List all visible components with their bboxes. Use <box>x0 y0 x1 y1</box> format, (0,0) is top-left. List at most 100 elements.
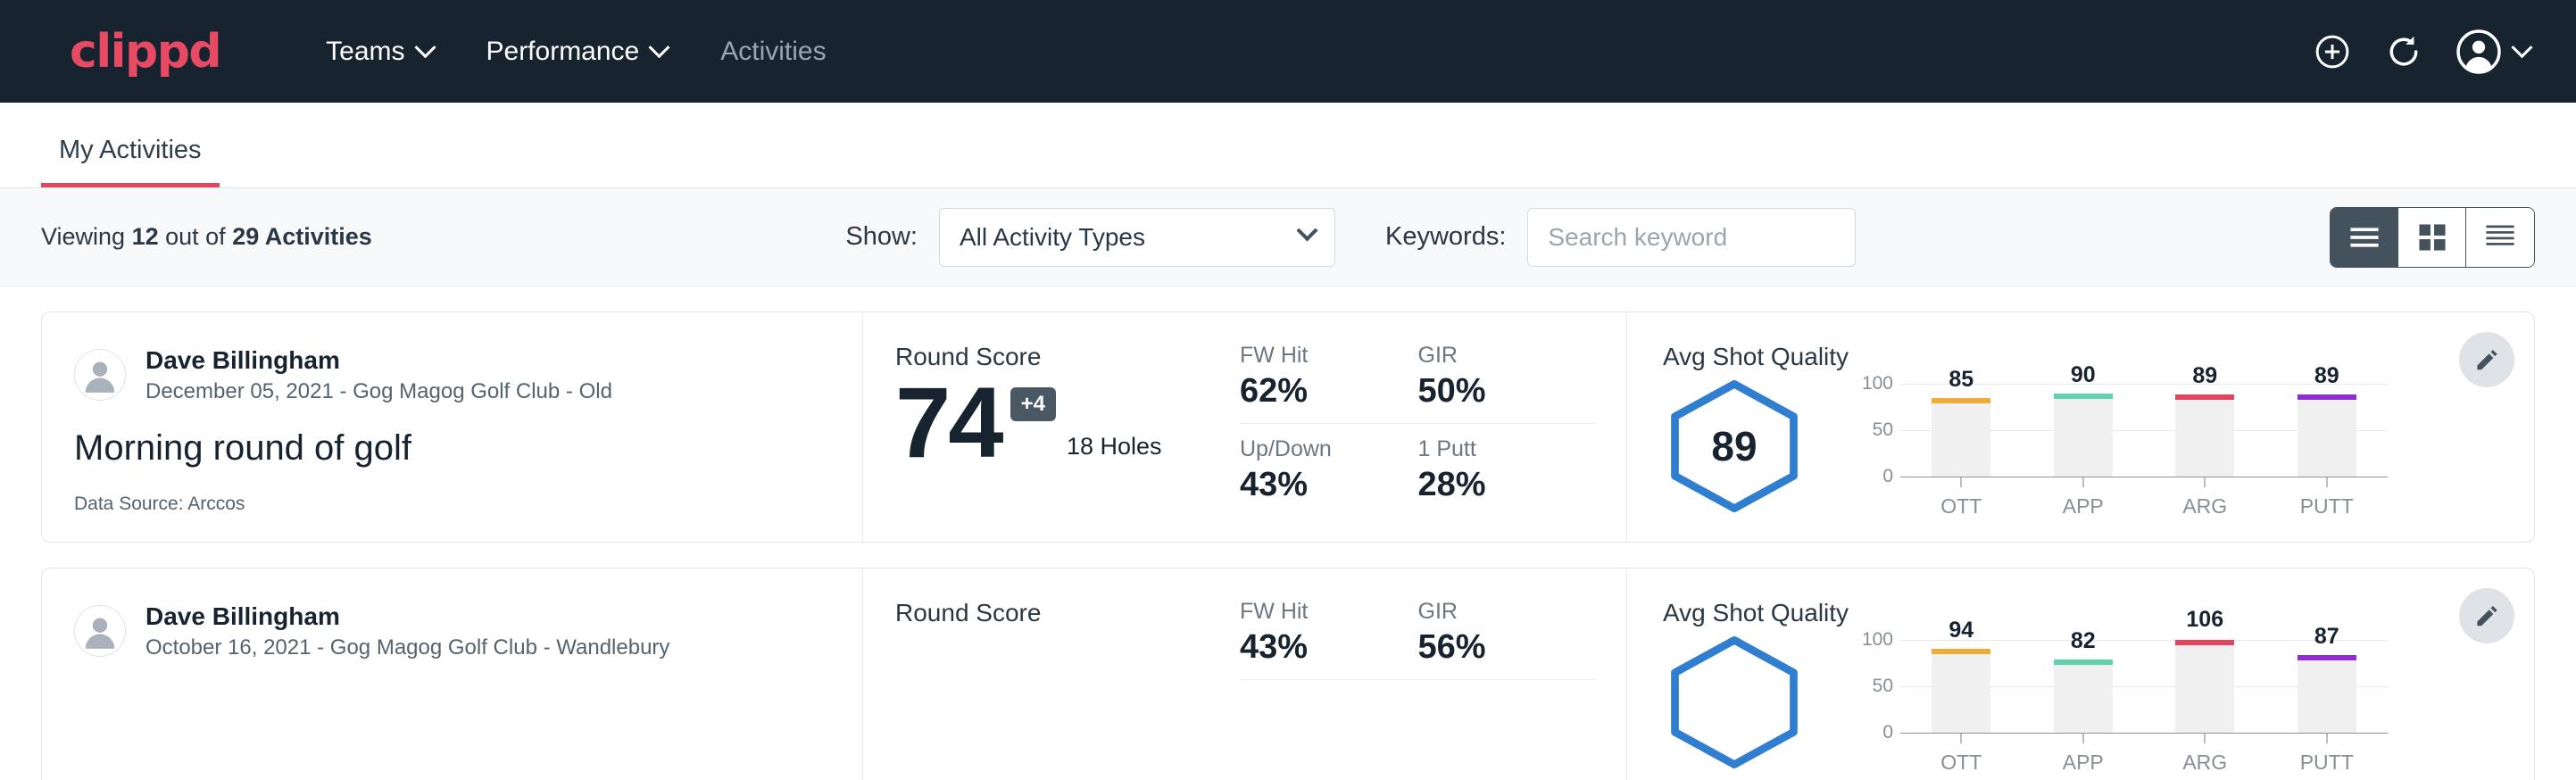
x-tick-app: APP <box>2023 477 2145 519</box>
stat-up-down: Up/Down 43% <box>1240 424 1418 504</box>
viewing-prefix: Viewing <box>41 223 132 250</box>
player-row: Dave Billingham October 16, 2021 - Gog M… <box>74 601 827 661</box>
x-label-ott: OTT <box>1940 751 1982 775</box>
top-navigation-bar: clippd Teams Performance Activities <box>0 0 2576 103</box>
bar-app-value: 82 <box>2071 628 2096 654</box>
bar-app-rect <box>2054 394 2113 477</box>
nav-right-actions <box>2313 29 2530 75</box>
chevron-down-icon <box>414 37 436 58</box>
stat-up-down-value: 43% <box>1240 466 1400 504</box>
list-view-icon <box>2349 226 2380 249</box>
bar-app-cap <box>2054 660 2113 665</box>
chart-bars: 85 90 <box>1900 384 2388 477</box>
activity-type-select[interactable]: All Activity Types <box>939 208 1335 267</box>
score-to-par-badge: +4 <box>1010 387 1056 421</box>
activity-list: Dave Billingham December 05, 2021 - Gog … <box>0 311 2576 780</box>
keywords-label: Keywords: <box>1385 222 1506 252</box>
x-tick-mark <box>2082 477 2084 487</box>
round-score-row: 74 +4 18 Holes <box>895 373 1209 473</box>
bar-arg: 89 <box>2144 384 2266 477</box>
grid-view-icon <box>2418 223 2447 252</box>
account-circle-icon <box>2456 29 2502 75</box>
bar-app: 82 <box>2023 640 2145 733</box>
avg-shot-quality-panel: Avg Shot Quality 89 100 50 0 <box>1627 312 2534 542</box>
chart-y-axis: 100 50 0 <box>1852 640 1900 733</box>
activities-tabbar: My Activities <box>0 103 2576 188</box>
round-stats-grid: FW Hit 43% GIR 56% <box>1240 599 1596 680</box>
stat-gir: GIR 50% <box>1418 343 1597 424</box>
x-tick-ott: OTT <box>1900 477 2023 519</box>
chart-bars: 94 82 <box>1900 640 2388 733</box>
chevron-down-icon <box>2511 37 2532 58</box>
x-tick-mark <box>1960 477 1962 487</box>
bar-putt: 87 <box>2266 640 2389 733</box>
stat-fw-hit: FW Hit 62% <box>1240 343 1418 424</box>
x-label-app: APP <box>2063 751 2104 775</box>
player-name: Dave Billingham <box>145 601 669 632</box>
bar-putt-value: 87 <box>2314 624 2339 650</box>
view-mode-compact-button[interactable] <box>2466 208 2534 267</box>
nav-item-activities[interactable]: Activities <box>694 28 852 76</box>
x-tick-ott: OTT <box>1900 733 2023 775</box>
chevron-down-icon <box>649 37 670 58</box>
nav-item-teams[interactable]: Teams <box>299 28 459 76</box>
x-tick-arg: ARG <box>2144 477 2266 519</box>
round-score-panel: Round Score 74 +4 18 Holes <box>863 312 1209 542</box>
bar-putt-rect <box>2298 655 2356 733</box>
viewing-mid: out of <box>159 223 233 250</box>
edit-activity-button[interactable] <box>2459 588 2514 643</box>
stat-fw-hit-value: 43% <box>1240 628 1400 667</box>
filter-toolbar: Viewing 12 out of 29 Activities Show: Al… <box>0 188 2576 286</box>
quality-hexagon <box>1663 635 1806 770</box>
search-input[interactable] <box>1527 208 1856 267</box>
person-icon <box>75 349 125 401</box>
x-tick-app: APP <box>2023 733 2145 775</box>
activity-title: Morning round of golf <box>74 428 827 469</box>
viewing-count-text: Viewing 12 out of 29 Activities <box>41 223 372 251</box>
round-score-value: 74 <box>895 373 1001 473</box>
view-mode-grid-button[interactable] <box>2398 208 2466 267</box>
y-tick-100: 100 <box>1862 629 1893 651</box>
y-tick-50: 50 <box>1873 676 1893 697</box>
x-tick-mark <box>1960 733 1962 743</box>
activity-card[interactable]: Dave Billingham October 16, 2021 - Gog M… <box>41 568 2535 780</box>
stat-fw-hit-label: FW Hit <box>1240 343 1400 369</box>
chart-x-axis: OTT APP ARG <box>1900 477 2388 519</box>
bar-ott: 94 <box>1900 640 2023 733</box>
tab-my-activities[interactable]: My Activities <box>41 136 220 187</box>
activity-meta: October 16, 2021 - Gog Magog Golf Club -… <box>145 634 669 661</box>
y-tick-100: 100 <box>1862 373 1893 394</box>
primary-nav: Teams Performance Activities <box>299 28 852 76</box>
y-tick-50: 50 <box>1873 419 1893 441</box>
tab-my-activities-label: My Activities <box>59 136 202 164</box>
quality-hexagon-value: 89 <box>1663 378 1806 514</box>
chevron-down-icon <box>1296 220 1317 241</box>
stat-one-putt: 1 Putt 28% <box>1418 424 1597 504</box>
x-tick-mark <box>2326 733 2328 743</box>
stat-fw-hit-value: 62% <box>1240 372 1400 411</box>
y-tick-0: 0 <box>1882 466 1893 487</box>
x-tick-mark <box>2326 477 2328 487</box>
view-mode-list-button[interactable] <box>2331 208 2398 267</box>
bar-ott-cap <box>1932 398 1990 403</box>
chart-x-axis: OTT APP ARG <box>1900 733 2388 775</box>
refresh-icon[interactable] <box>2384 32 2423 71</box>
chart-plot-area: 94 82 <box>1900 640 2388 733</box>
activity-card[interactable]: Dave Billingham December 05, 2021 - Gog … <box>41 311 2535 543</box>
account-menu[interactable] <box>2456 29 2530 75</box>
edit-activity-button[interactable] <box>2459 332 2514 387</box>
holes-played: 18 Holes <box>1067 433 1162 461</box>
nav-item-performance[interactable]: Performance <box>460 28 694 76</box>
plus-circle-icon[interactable] <box>2313 32 2352 71</box>
bar-arg-rect <box>2175 640 2234 733</box>
avg-shot-quality-body: 100 50 0 94 <box>1663 635 2454 775</box>
stat-gir-value: 50% <box>1418 372 1579 411</box>
x-tick-mark <box>2204 477 2206 487</box>
clippd-logo[interactable]: clippd <box>70 29 220 75</box>
shot-quality-bar-chart: 100 50 0 85 <box>1852 378 2388 519</box>
chart-plot: 85 90 <box>1900 384 2388 519</box>
bar-putt: 89 <box>2266 384 2389 477</box>
activity-summary: Dave Billingham October 16, 2021 - Gog M… <box>42 568 863 780</box>
pencil-icon <box>2473 346 2500 373</box>
bar-ott: 85 <box>1900 384 2023 477</box>
